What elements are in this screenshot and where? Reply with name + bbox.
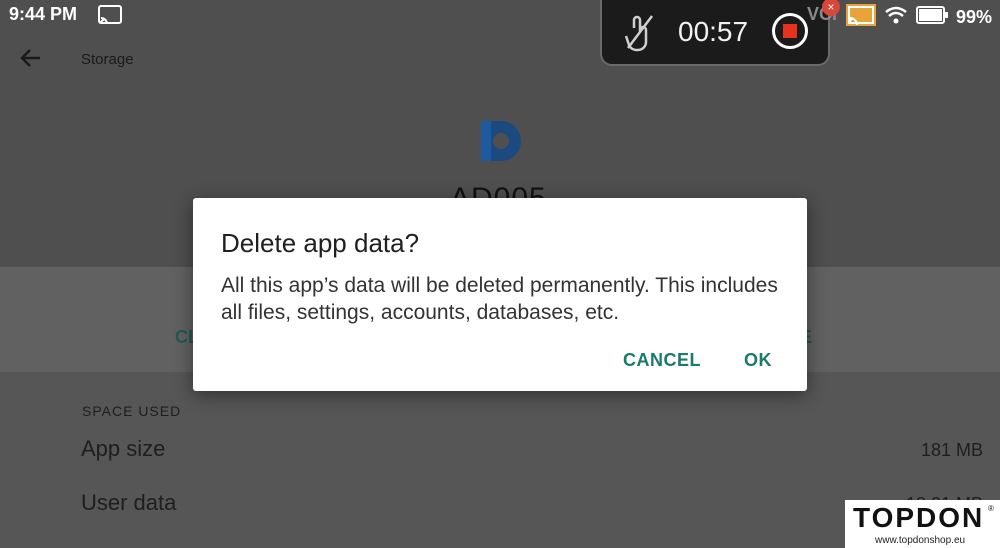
watermark-brand: TOPDON bbox=[853, 502, 985, 533]
status-icons: 99% bbox=[845, 4, 992, 31]
ok-button[interactable]: OK bbox=[744, 350, 772, 371]
status-time: 9:44 PM bbox=[9, 4, 78, 24]
user-data-label: User data bbox=[81, 490, 177, 515]
dialog-message: All this app’s data will be deleted perm… bbox=[221, 274, 778, 324]
back-arrow-icon[interactable] bbox=[20, 48, 42, 73]
topdon-watermark: TOPDON ® www.topdonshop.eu bbox=[845, 500, 1000, 548]
status-bar: 9:44 PM 99% bbox=[0, 0, 1000, 30]
page-title: Storage bbox=[81, 51, 134, 68]
app-bar: Storage bbox=[0, 30, 1000, 90]
battery-percent: 99% bbox=[955, 7, 992, 27]
wifi-icon bbox=[884, 5, 908, 30]
watermark-url: www.topdonshop.eu bbox=[875, 535, 966, 546]
battery-icon bbox=[915, 6, 948, 29]
app-logo-icon bbox=[477, 117, 525, 170]
delete-app-data-dialog: Delete app data? All this app’s data wil… bbox=[193, 198, 807, 391]
watermark-reg-mark: ® bbox=[988, 504, 994, 513]
cast-connected-icon bbox=[845, 4, 876, 31]
app-size-value: 181 MB bbox=[920, 440, 983, 460]
dialog-title: Delete app data? bbox=[221, 228, 420, 258]
cast-icon bbox=[98, 5, 122, 30]
section-header: SPACE USED bbox=[82, 403, 182, 419]
app-size-label: App size bbox=[81, 436, 166, 461]
cancel-button[interactable]: CANCEL bbox=[623, 350, 701, 371]
